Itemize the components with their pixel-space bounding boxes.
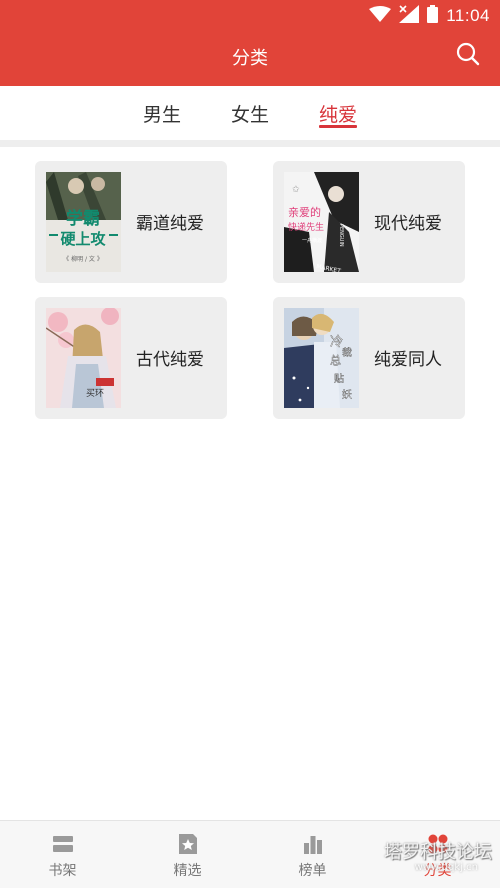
- svg-text:✩: ✩: [292, 185, 300, 195]
- category-card-fanfic[interactable]: 冷 总 裁 贴 妖 纯爱同人: [273, 297, 465, 419]
- nav-label: 精选: [173, 863, 202, 879]
- book-cover: 买环: [46, 308, 121, 408]
- search-icon: [456, 42, 480, 70]
- category-card-domineering[interactable]: 学霸 硬上攻 《 柳明 / 文 》 霸道纯爱: [35, 161, 227, 283]
- nav-label: 榜单: [298, 863, 327, 879]
- status-icons: 11:04: [369, 5, 490, 27]
- cover-title-line1: 学霸: [66, 208, 100, 229]
- status-bar: 11:04: [0, 0, 500, 30]
- bookshelf-icon: [51, 833, 75, 855]
- svg-text:贴: 贴: [334, 372, 344, 385]
- cover-title: 买环: [86, 388, 104, 399]
- category-tabs: 男生 女生 纯爱: [0, 86, 500, 140]
- svg-text:妖: 妖: [342, 388, 352, 401]
- svg-text:裁: 裁: [342, 346, 352, 359]
- cover-title-line1: 亲爱的: [288, 205, 321, 219]
- signal-icon: [399, 5, 420, 27]
- battery-icon: [427, 5, 439, 27]
- tab-danmei-label: 纯爱: [318, 103, 357, 126]
- book-cover: 学霸 硬上攻 《 柳明 / 文 》: [46, 172, 121, 272]
- ranking-icon: [301, 833, 325, 855]
- featured-icon: [176, 833, 200, 855]
- search-button[interactable]: [454, 42, 482, 70]
- svg-text:PENGUIN: PENGUIN: [338, 224, 344, 247]
- title-bar: 分类: [0, 30, 500, 86]
- cover-author: 《 柳明 / 文 》: [63, 255, 103, 263]
- category-label: 霸道纯爱: [136, 214, 204, 234]
- book-cover: 亲爱的 快递先生 PENGUIN 一舟横渡 MARKET ✩: [284, 172, 359, 272]
- tab-active-indicator: [319, 125, 357, 128]
- cover-title-line2: 硬上攻: [60, 230, 106, 248]
- category-label: 古代纯爱: [136, 350, 204, 370]
- watermark: 塔罗科技论坛: [384, 842, 492, 863]
- category-label: 纯爱同人: [374, 350, 442, 370]
- tab-male[interactable]: 男生: [118, 86, 206, 140]
- category-card-ancient[interactable]: 买环 古代纯爱: [35, 297, 227, 419]
- category-card-modern[interactable]: 亲爱的 快递先生 PENGUIN 一舟横渡 MARKET ✩ 现代纯爱: [273, 161, 465, 283]
- svg-text:一舟横渡: 一舟横渡: [302, 237, 322, 244]
- watermark-url: www.tlqkj.cn: [414, 862, 478, 873]
- app-root: 11:04 分类 男生 女生 纯爱 学霸 硬上攻 《 柳明 / 文 》 霸道纯爱…: [0, 0, 500, 888]
- tab-danmei[interactable]: 纯爱: [294, 86, 382, 140]
- app-header: 11:04 分类: [0, 0, 500, 86]
- status-time: 11:04: [446, 6, 490, 25]
- tab-female-label: 女生: [230, 103, 269, 126]
- nav-bookshelf[interactable]: 书架: [0, 821, 125, 888]
- wifi-icon: [369, 6, 392, 26]
- tab-male-label: 男生: [142, 103, 181, 126]
- book-cover: 冷 总 裁 贴 妖: [284, 308, 359, 408]
- section-divider: [0, 140, 500, 147]
- nav-ranking[interactable]: 榜单: [250, 821, 375, 888]
- nav-featured[interactable]: 精选: [125, 821, 250, 888]
- nav-label: 书架: [48, 863, 77, 879]
- tab-female[interactable]: 女生: [206, 86, 294, 140]
- svg-text:总: 总: [330, 353, 341, 367]
- category-label: 现代纯爱: [374, 214, 442, 234]
- page-title: 分类: [232, 48, 268, 69]
- cover-title-line2: 快递先生: [288, 221, 324, 233]
